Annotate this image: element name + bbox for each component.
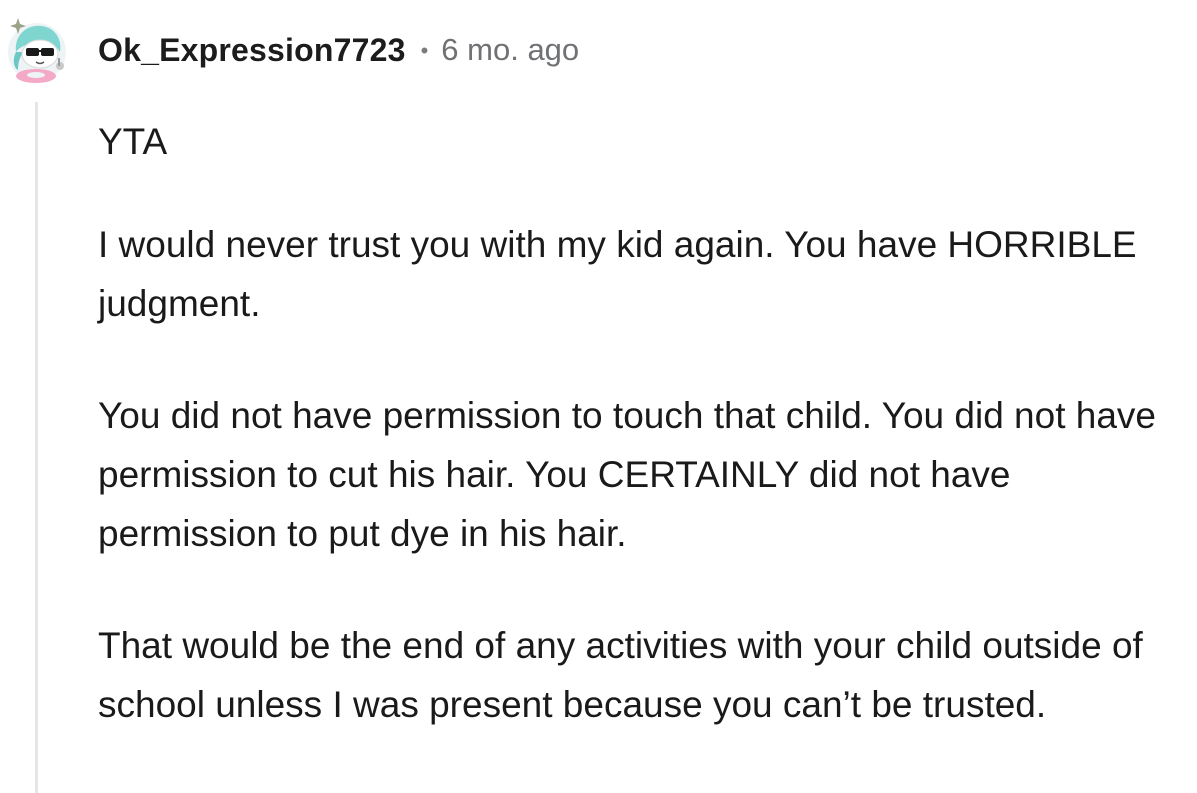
comment: Ok_Expression7723 • 6 mo. ago YTA I woul… xyxy=(0,0,1197,793)
thread-line[interactable] xyxy=(35,102,38,793)
author-username[interactable]: Ok_Expression7723 xyxy=(98,32,406,69)
comment-header: Ok_Expression7723 • 6 mo. ago xyxy=(98,28,579,72)
snoo-avatar-sunglasses-icon xyxy=(8,18,66,83)
comment-paragraph: I would never trust you with my kid agai… xyxy=(98,224,1137,324)
comment-paragraph: That would be the end of any activities … xyxy=(98,625,1143,725)
comment-paragraph: YTA xyxy=(98,121,168,162)
comment-paragraph: You did not have permission to touch tha… xyxy=(98,395,1157,554)
comment-timestamp[interactable]: 6 mo. ago xyxy=(441,32,579,68)
comment-body: YTA I would never trust you with my kid … xyxy=(98,112,1188,787)
meta-separator: • xyxy=(420,38,429,63)
user-avatar[interactable] xyxy=(4,12,70,84)
